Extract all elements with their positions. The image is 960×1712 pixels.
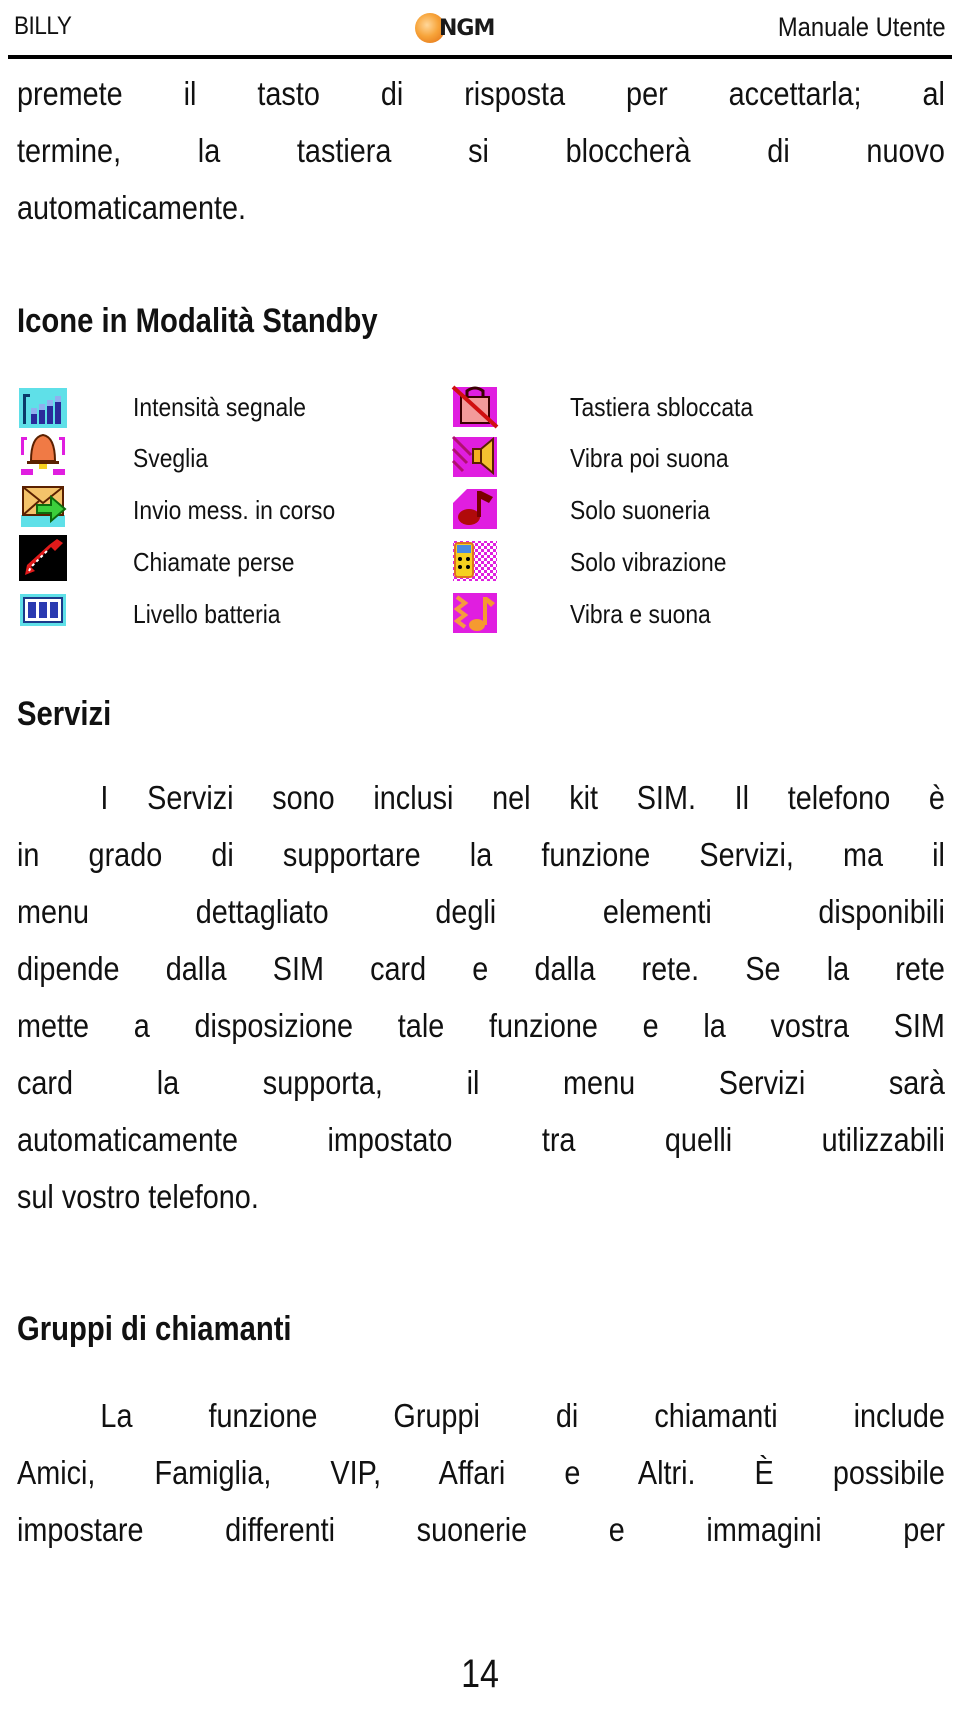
header-manual-title: Manuale Utente — [778, 12, 946, 42]
icon-label: Solo suoneria — [570, 495, 710, 525]
icon-legend-item — [450, 432, 500, 480]
header-product-name: BILLY — [14, 12, 72, 40]
icon-label: Solo vibrazione — [570, 547, 727, 577]
header-divider — [8, 55, 952, 59]
signal-strength-icon — [18, 385, 68, 431]
text-line: impostare differenti suonerie e immagini… — [17, 1512, 945, 1549]
keypad-unlocked-icon — [450, 383, 500, 429]
text-line: dipende dalla SIM card e dalla rete. Se … — [17, 951, 945, 988]
text-line: menu dettagliato degli elementi disponib… — [17, 894, 945, 931]
text-line: mette a disposizione tale funzione e la … — [17, 1008, 945, 1045]
page-number: 14 — [461, 1652, 499, 1696]
icon-legend-item — [18, 430, 68, 478]
battery-level-icon — [18, 587, 68, 633]
vibrate-only-icon — [450, 537, 500, 583]
icon-label: Sveglia — [133, 443, 209, 473]
icon-legend-item — [450, 588, 500, 636]
page-header: BILLY NGM Manuale Utente — [0, 0, 960, 59]
icon-label: Tastiera sbloccata — [570, 392, 754, 422]
logo-text: NGM — [439, 15, 495, 41]
sending-message-icon — [18, 483, 68, 529]
text-line: Amici, Famiglia, VIP, Affari e Altri. È … — [17, 1455, 945, 1492]
text-line: card la supporta, il menu Servizi sarà — [17, 1065, 945, 1102]
text-line: in grado di supportare la funzione Servi… — [17, 837, 945, 874]
services-paragraph: I Servizi sono inclusi nel kit SIM. Il t… — [17, 770, 945, 1226]
icon-label: Livello batteria — [133, 599, 281, 629]
intro-paragraph: premete il tasto di risposta per accetta… — [17, 66, 945, 237]
icon-label: Chiamate perse — [133, 547, 295, 577]
icon-label: Invio mess. in corso — [133, 495, 336, 525]
missed-calls-icon — [18, 535, 68, 581]
text-line: sul vostro telefono. — [17, 1179, 259, 1216]
icon-legend-item — [18, 586, 68, 634]
icons-section-title: Icone in Modalità Standby — [17, 302, 378, 340]
icon-legend-item — [450, 484, 500, 532]
ngm-logo: NGM — [415, 13, 495, 43]
caller-groups-paragraph: La funzione Gruppi di chiamanti include … — [17, 1388, 945, 1559]
services-section-title: Servizi — [17, 695, 112, 733]
text-line: premete il tasto di risposta per accetta… — [17, 76, 945, 113]
icon-legend-item — [18, 534, 68, 582]
text-line: automaticamente. — [17, 190, 247, 227]
vibrate-then-ring-icon — [450, 433, 500, 479]
icon-legend-item — [450, 382, 500, 430]
ring-only-icon — [450, 485, 500, 531]
icon-label: Vibra e suona — [570, 599, 711, 629]
text-line: termine, la tastiera si bloccherà di nuo… — [17, 133, 945, 170]
icon-legend-item — [18, 482, 68, 530]
vibrate-and-ring-icon — [450, 589, 500, 635]
icon-legend-item — [450, 536, 500, 584]
caller-groups-section-title: Gruppi di chiamanti — [17, 1310, 292, 1348]
icon-label: Vibra poi suona — [570, 443, 729, 473]
icon-label: Intensità segnale — [133, 392, 307, 422]
text-line: automaticamente impostato tra quelli uti… — [17, 1122, 945, 1159]
text-line: I Servizi sono inclusi nel kit SIM. Il t… — [100, 780, 945, 817]
icon-legend-item — [18, 384, 68, 432]
text-line: La funzione Gruppi di chiamanti include — [100, 1398, 945, 1435]
alarm-bell-icon — [18, 431, 68, 477]
